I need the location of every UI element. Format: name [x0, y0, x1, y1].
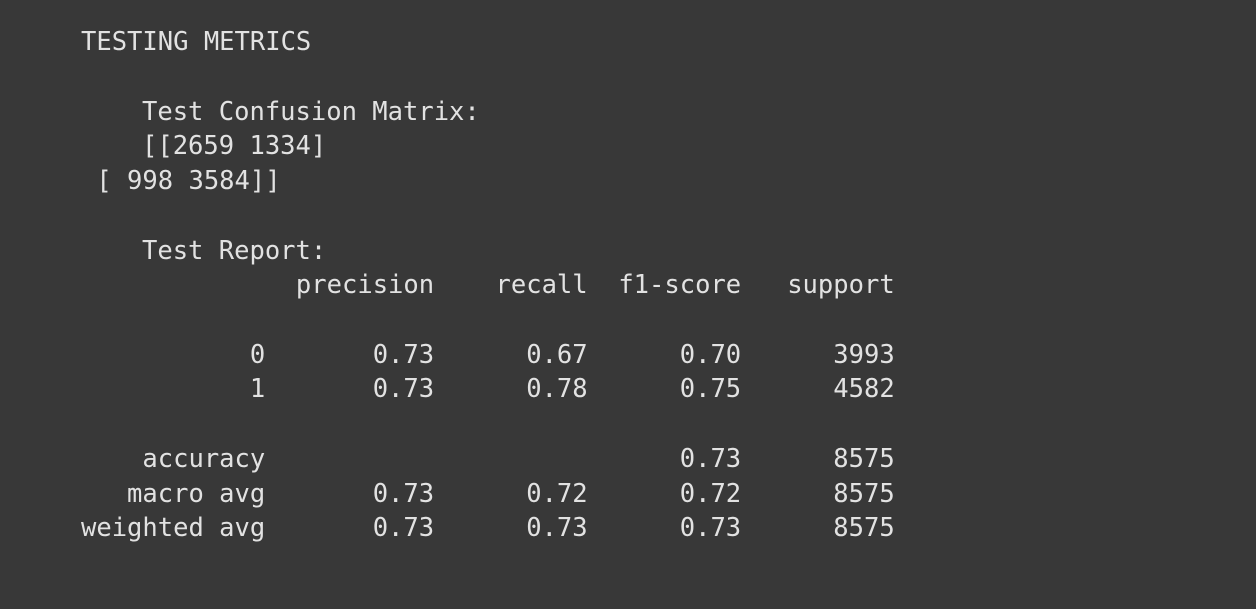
report-row-accuracy: accuracy 0.73 8575 [81, 444, 895, 474]
report-title: Test Report: [142, 236, 327, 266]
report-row-class-0: 0 0.73 0.67 0.70 3993 [81, 340, 895, 370]
report-header: precision recall f1-score support [81, 270, 895, 300]
report-row-macro-avg: macro avg 0.73 0.72 0.72 8575 [81, 479, 895, 509]
confusion-matrix-row: [ 998 3584]] [81, 166, 281, 196]
metrics-heading: TESTING METRICS [81, 27, 312, 57]
report-row-class-1: 1 0.73 0.78 0.75 4582 [81, 374, 895, 404]
confusion-matrix-title: Test Confusion Matrix: [142, 97, 480, 127]
report-row-weighted-avg: weighted avg 0.73 0.73 0.73 8575 [81, 513, 895, 543]
confusion-matrix-row: [[2659 1334] [142, 131, 327, 161]
console-output: TESTING METRICS Test Confusion Matrix: [… [0, 0, 1256, 609]
